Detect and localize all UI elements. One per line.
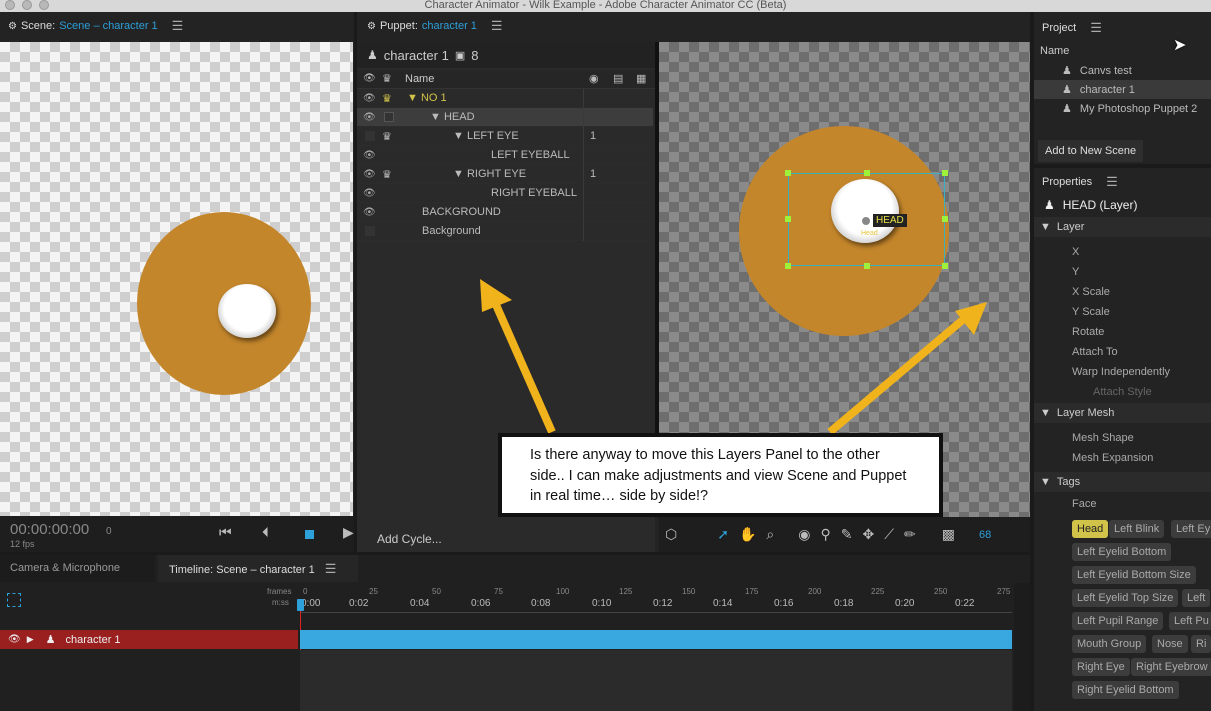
annotation-arrows [480,279,987,436]
arrow-to-layers [489,296,556,434]
arrow-to-canvas [827,314,968,436]
callout-text: Is there anyway to move this Layers Pane… [530,447,907,504]
callout-box: Is there anyway to move this Layers Pane… [498,433,943,517]
